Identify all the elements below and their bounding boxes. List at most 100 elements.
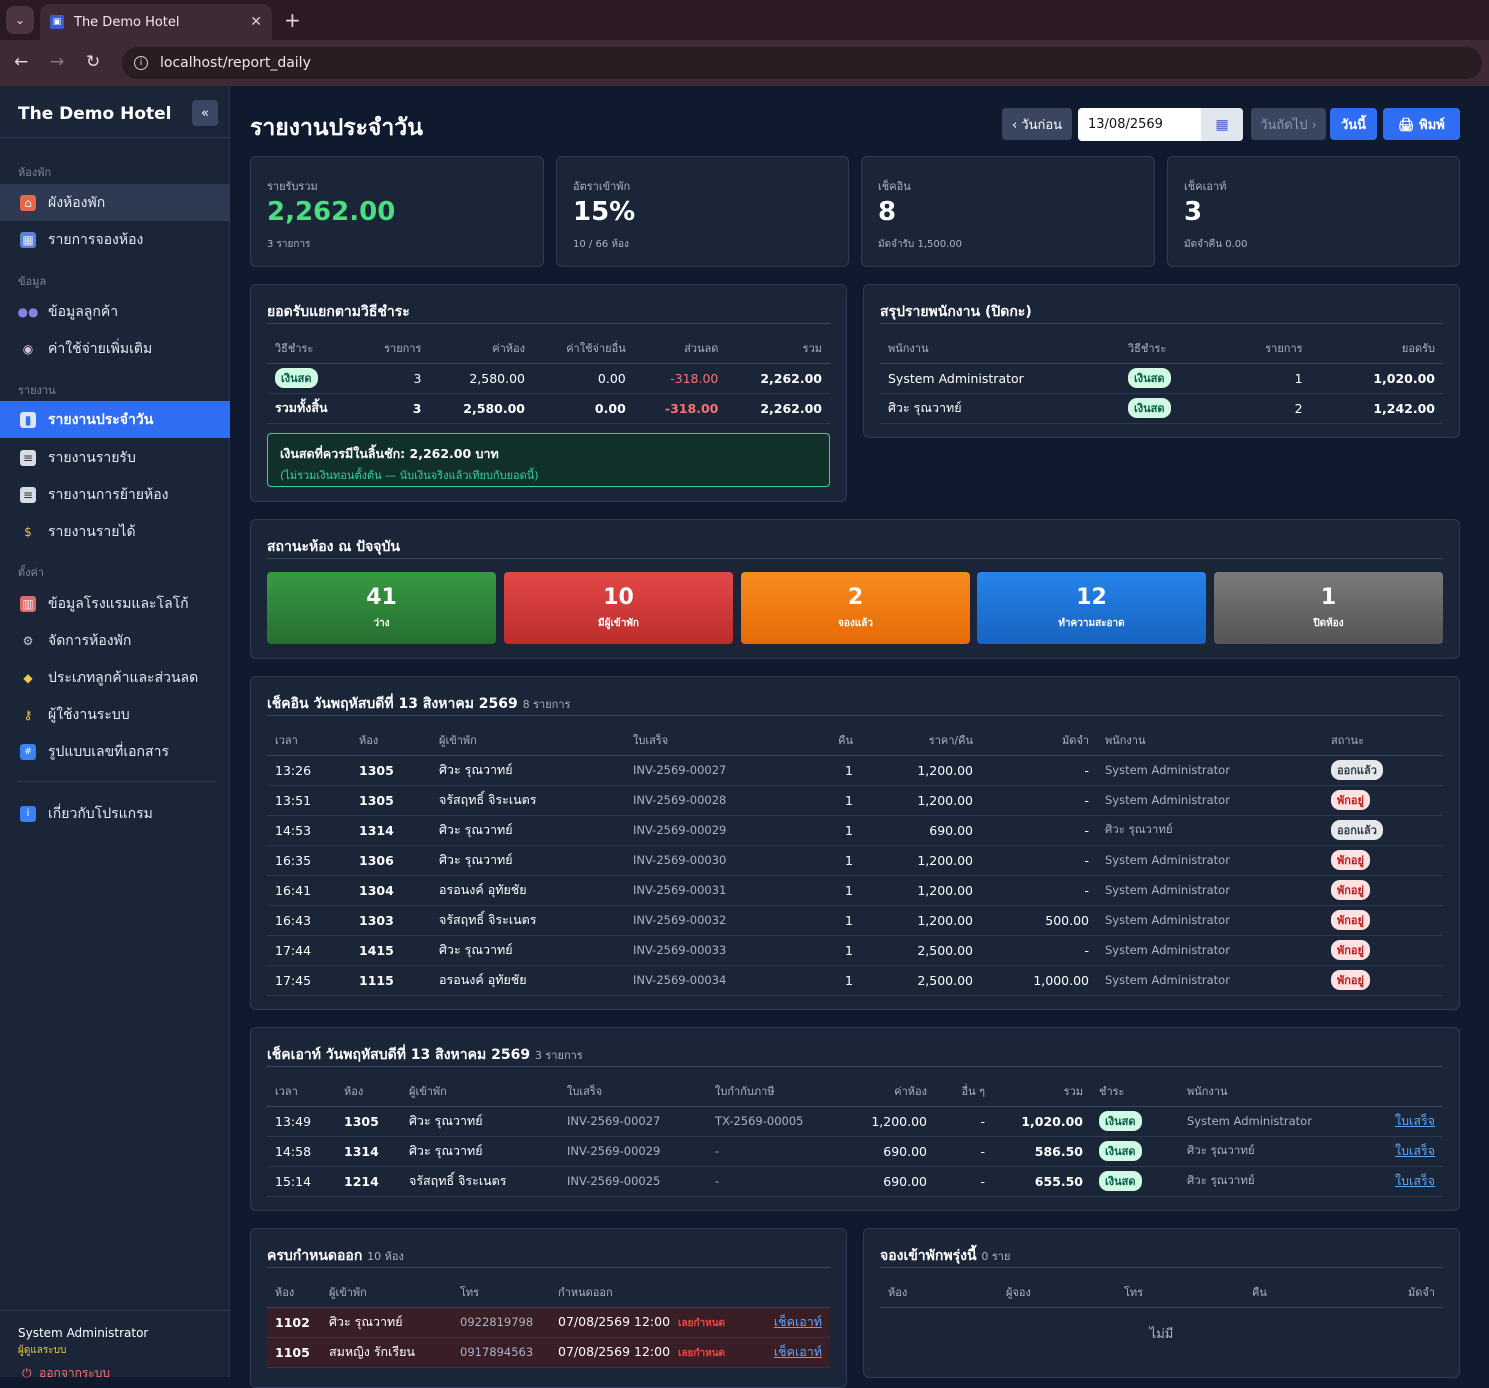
table-row: 14:53 1314 ศิวะ รุณวาทย์ INV-2569-00029 1 690…	[267, 815, 1443, 846]
checkout-table: เวลา ห้อง ผู้เข้าพัก ใบเสร็จ ใบกำกับภาษี…	[267, 1076, 1443, 1197]
table-row: System Administrator เงินสด 1 1,020.00	[880, 363, 1443, 394]
card-title: จองเข้าพักพรุ่งนี้ 0 ราย	[880, 1248, 1011, 1264]
sidebar-item-revenue-report[interactable]: $ รายงานรายได้	[0, 513, 230, 550]
room-status-vacant[interactable]: 41 ว่าง	[267, 572, 496, 644]
receipt-link[interactable]: ใบเสร็จ	[1395, 1143, 1435, 1158]
sidebar-item-income-report[interactable]: ≡ รายงานรายรับ	[0, 439, 230, 476]
current-user-role: ผู้ดูแลระบบ	[18, 1345, 67, 1356]
page-title: รายงานประจำวัน	[250, 115, 423, 141]
receipt-link[interactable]: ใบเสร็จ	[1395, 1113, 1435, 1128]
cash-drawer-alert: เงินสดที่ควรมีในลิ้นชัก: 2,262.00 บาท (ไ…	[267, 433, 830, 487]
sidebar-item-expenses[interactable]: ◉ ค่าใช้จ่ายเพิ่มเติม	[0, 330, 230, 367]
browser-tab[interactable]: ▣ The Demo Hotel ✕	[40, 4, 272, 40]
table-row: 15:14 1214 จรัสฤทธิ์ จิระเนตร INV-2569-0002…	[267, 1166, 1443, 1197]
status-badge: พักอยู่	[1331, 910, 1370, 930]
checkout-link[interactable]: เช็คเอาท์	[774, 1344, 822, 1359]
site-info-icon[interactable]: i	[134, 56, 148, 70]
main-content: รายงานประจำวัน ‹ วันก่อน 13/08/2569 ▦ วั…	[230, 86, 1489, 1388]
tab-search-button[interactable]: ⌄	[6, 6, 34, 34]
stat-card-total-income: รายรับรวม 2,262.00 3 รายการ	[250, 156, 544, 267]
table-row: 17:44 1415 ศิวะ รุณวาทย์ INV-2569-00033 1 2,5…	[267, 935, 1443, 966]
staff-summary-card: สรุปรายพนักงาน (ปิดกะ) พนักงาน วิธีชำระ …	[863, 284, 1460, 438]
status-badge: ออกแล้ว	[1331, 760, 1383, 780]
room-status-occupied[interactable]: 10 มีผู้เข้าพัก	[504, 572, 733, 644]
table-row: 16:41 1304 อรอนงค์ อุทัยชัย INV-2569-00031 1…	[267, 875, 1443, 906]
prev-day-button[interactable]: ‹ วันก่อน	[1002, 108, 1072, 140]
stat-card-checkin: เช็คอิน 8 มัดจำรับ 1,500.00	[861, 156, 1155, 267]
sidebar-item-document-numbers[interactable]: # รูปแบบเลขที่เอกสาร	[0, 733, 230, 770]
calendar-icon[interactable]: ▦	[1201, 108, 1243, 141]
today-button[interactable]: วันนี้	[1330, 108, 1377, 140]
room-status-closed[interactable]: 1 ปิดห้อง	[1214, 572, 1443, 644]
table-row: 17:45 1115 อรอนงค์ อุทัยชัย INV-2569-00034 1…	[267, 965, 1443, 996]
checkin-table: เวลา ห้อง ผู้เข้าพัก ใบเสร็จ คืน ราคา/คื…	[267, 725, 1443, 996]
sidebar-item-users[interactable]: ⚷ ผู้ใช้งานระบบ	[0, 696, 230, 733]
users-icon: ●●	[17, 304, 39, 319]
numbers-icon: #	[20, 743, 36, 760]
table-row: 1102 ศิวะ รุณวาทย์ 0922819798 07/08/2569 12…	[267, 1307, 830, 1338]
reload-icon[interactable]: ↻	[86, 52, 100, 72]
stat-value: 2,262.00	[267, 197, 396, 227]
address-bar[interactable]: i localhost/report_daily	[122, 47, 1482, 79]
section-label-data: ข้อมูล	[18, 275, 47, 288]
sidebar-item-customers[interactable]: ●● ข้อมูลลูกค้า	[0, 293, 230, 330]
status-badge: พักอยู่	[1331, 880, 1370, 900]
date-picker[interactable]: 13/08/2569 ▦	[1078, 108, 1243, 141]
logout-button[interactable]: ⏻ ออกจากระบบ	[22, 1364, 110, 1383]
collapse-sidebar-button[interactable]: «	[192, 100, 218, 126]
close-tab-icon[interactable]: ✕	[250, 14, 262, 30]
tab-title: The Demo Hotel	[74, 14, 180, 30]
sidebar: The Demo Hotel « ห้องพัก ⌂ ผังห้องพัก ▦ รา…	[0, 86, 230, 1380]
sidebar-item-room-map[interactable]: ⌂ ผังห้องพัก	[0, 184, 230, 221]
table-row: 1105 สมหญิง รักเรียน 0917894563 07/08/2569 …	[267, 1337, 830, 1368]
status-badge: พักอยู่	[1331, 790, 1370, 810]
due-table: ห้อง ผู้เข้าพัก โทร กำหนดออก 1102 ศิวะ รุ…	[267, 1277, 830, 1368]
card-title: ยอดรับแยกตามวิธีชำระ	[267, 304, 410, 320]
total-row: รวมทั้งสิ้น 3 2,580.00 0.00 -318.00 2,26…	[267, 393, 830, 424]
info-icon: i	[20, 805, 36, 822]
payment-summary-card: ยอดรับแยกตามวิธีชำระ วิธีชำระ รายการ ค่า…	[250, 284, 847, 502]
power-icon: ⏻	[22, 1366, 36, 1380]
card-title: สถานะห้อง ณ ปัจจุบัน	[267, 539, 400, 555]
forward-arrow-icon[interactable]: →	[50, 52, 64, 72]
tag-icon: ◆	[23, 670, 33, 685]
card-title: ครบกำหนดออก 10 ห้อง	[267, 1248, 404, 1264]
document-icon: ≡	[20, 449, 36, 466]
checkout-link[interactable]: เช็คเอาท์	[774, 1314, 822, 1329]
stat-card-occupancy: อัตราเข้าพัก 15% 10 / 66 ห้อง	[556, 156, 849, 267]
checkout-card: เช็คเอาท์ วันพฤหัสบดีที่ 13 สิงหาคม 2569…	[250, 1027, 1460, 1211]
table-row: 16:35 1306 ศิวะ รุณวาทย์ INV-2569-00030 1 1,2…	[267, 845, 1443, 876]
sidebar-item-hotel-info[interactable]: ▥ ข้อมูลโรงแรมและโลโก้	[0, 585, 230, 622]
sidebar-item-bookings[interactable]: ▦ รายการจองห้อง	[0, 221, 230, 258]
receipt-link[interactable]: ใบเสร็จ	[1395, 1173, 1435, 1188]
room-status-reserved[interactable]: 2 จองแล้ว	[741, 572, 970, 644]
payment-method-badge: เงินสด	[275, 368, 318, 388]
sidebar-item-about[interactable]: i เกี่ยวกับโปรแกรม	[0, 795, 230, 832]
due-checkout-card: ครบกำหนดออก 10 ห้อง ห้อง ผู้เข้าพัก โทร …	[250, 1228, 847, 1388]
sidebar-item-customer-types[interactable]: ◆ ประเภทลูกค้าและส่วนลด	[0, 659, 230, 696]
table-row: ศิวะ รุณวาทย์ เงินสด 2 1,242.00	[880, 393, 1443, 424]
sidebar-item-room-management[interactable]: ⚙ จัดการห้องพัก	[0, 622, 230, 659]
tomorrow-bookings-card: จองเข้าพักพรุ่งนี้ 0 ราย ห้อง ผู้จอง โทร…	[863, 1228, 1460, 1378]
staff-table: พนักงาน วิธีชำระ รายการ ยอดรับ System Ad…	[880, 333, 1443, 424]
date-input[interactable]: 13/08/2569	[1078, 117, 1201, 132]
gear-icon: ⚙	[22, 633, 34, 648]
print-button[interactable]: 🖨 พิมพ์	[1383, 108, 1460, 140]
table-row: 16:43 1303 จรัสฤทธิ์ จิระเนตร INV-2569-0003…	[267, 905, 1443, 936]
sidebar-item-daily-report[interactable]: ▮ รายงานประจำวัน	[0, 401, 230, 438]
sidebar-item-room-move-report[interactable]: ≡ รายงานการย้ายห้อง	[0, 476, 230, 513]
table-row: 13:26 1305 ศิวะ รุณวาทย์ INV-2569-00027 1 1,2…	[267, 755, 1443, 786]
overdue-badge: เลยกำหนด	[678, 1347, 726, 1359]
card-title: เช็คอิน วันพฤหัสบดีที่ 13 สิงหาคม 2569 8…	[267, 696, 571, 712]
payment-method-badge: เงินสด	[1099, 1171, 1142, 1191]
calendar-icon: ▦	[20, 231, 36, 248]
room-status-cleaning[interactable]: 12 ทำความสะอาด	[977, 572, 1206, 644]
room-status-card: สถานะห้อง ณ ปัจจุบัน 41 ว่าง 10 มีผู้เข้าพ…	[250, 519, 1460, 659]
next-day-button[interactable]: วันถัดไป ›	[1251, 108, 1326, 140]
current-user-name: System Administrator	[18, 1326, 149, 1340]
new-tab-icon[interactable]: +	[284, 8, 301, 32]
payment-method-badge: เงินสด	[1128, 368, 1171, 388]
payment-method-badge: เงินสด	[1099, 1141, 1142, 1161]
overdue-badge: เลยกำหนด	[678, 1317, 726, 1329]
back-arrow-icon[interactable]: ←	[14, 52, 28, 72]
